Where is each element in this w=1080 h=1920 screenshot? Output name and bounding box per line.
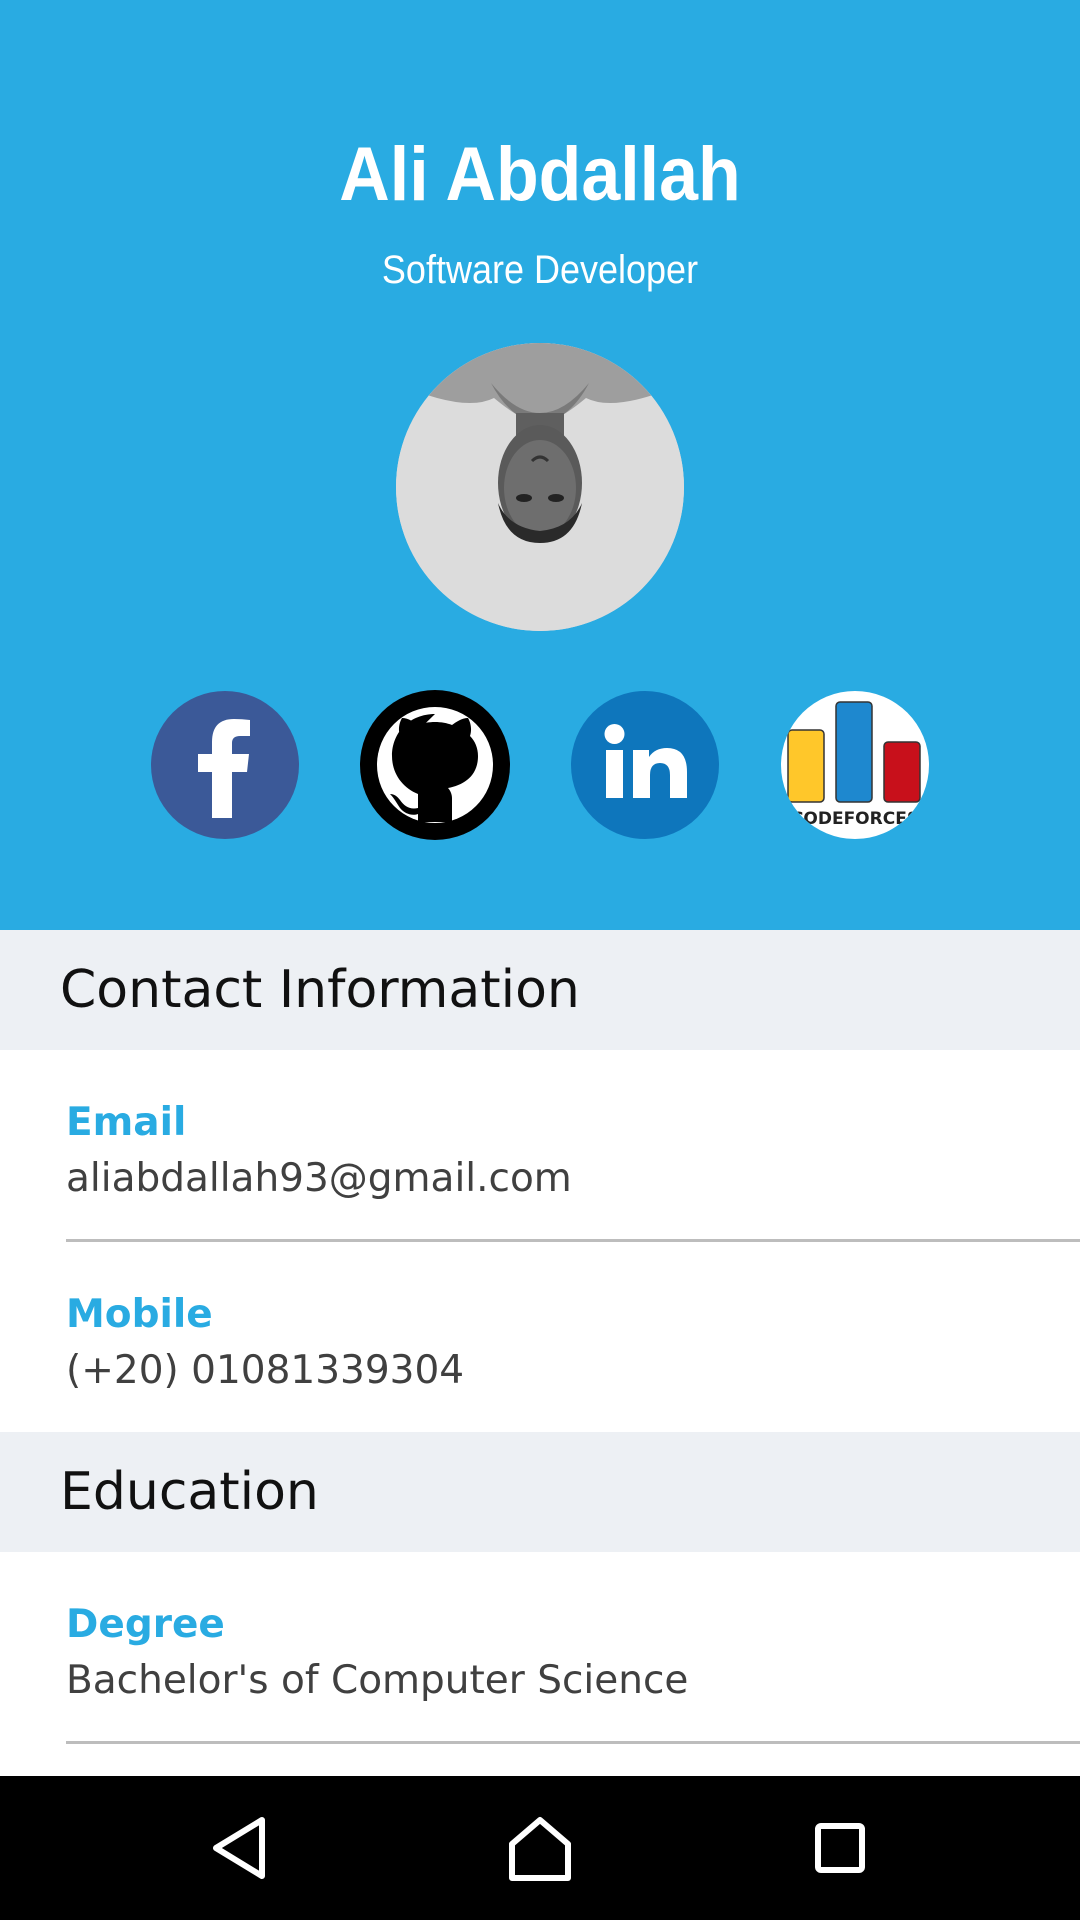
- back-icon: [213, 1817, 265, 1879]
- github-button[interactable]: [360, 690, 510, 840]
- home-icon: [509, 1817, 571, 1881]
- section-title-contact: Contact Information: [60, 960, 580, 1020]
- home-button[interactable]: [490, 1798, 590, 1898]
- email-value[interactable]: aliabdallah93@gmail.com: [66, 1154, 1080, 1204]
- facebook-icon: [151, 691, 299, 839]
- degree-value: Bachelor's of Computer Science: [66, 1658, 689, 1703]
- degree-label: Degree: [66, 1602, 225, 1647]
- mobile-value[interactable]: (+20) 01081339304: [66, 1346, 1080, 1396]
- codeforces-icon: CODEFORCES: [781, 691, 929, 839]
- profile-header: Ali Abdallah Software Developer CODEFORC…: [0, 0, 1080, 930]
- education-section-header: Education: [0, 1432, 1080, 1552]
- back-button[interactable]: [190, 1798, 290, 1898]
- recent-apps-button[interactable]: [790, 1798, 890, 1898]
- email-label: Email: [66, 1100, 187, 1145]
- mobile-label: Mobile: [66, 1292, 213, 1337]
- profile-role: Software Developer: [381, 248, 699, 292]
- contact-section-header: Contact Information: [0, 930, 1080, 1050]
- email-field[interactable]: Email aliabdallah93@gmail.com: [66, 1098, 1080, 1204]
- navigation-bar: [0, 1776, 1080, 1920]
- degree-field[interactable]: Degree Bachelor's of Computer Science: [66, 1600, 1080, 1706]
- codeforces-wordmark: CODEFORCES: [791, 809, 919, 829]
- section-title-education: Education: [60, 1462, 319, 1522]
- facebook-button[interactable]: [150, 690, 300, 840]
- github-icon: [360, 690, 510, 840]
- linkedin-button[interactable]: [570, 690, 720, 840]
- divider: [66, 1741, 1080, 1744]
- mobile-field[interactable]: Mobile (+20) 01081339304: [66, 1290, 1080, 1396]
- avatar: [396, 343, 684, 631]
- codeforces-button[interactable]: CODEFORCES: [780, 690, 930, 840]
- profile-name: Ali Abdallah: [339, 132, 741, 217]
- linkedin-icon: [571, 691, 719, 839]
- divider: [66, 1239, 1080, 1242]
- screen: Ali Abdallah Software Developer CODEFORC…: [0, 0, 1080, 1920]
- recent-apps-icon: [815, 1823, 865, 1873]
